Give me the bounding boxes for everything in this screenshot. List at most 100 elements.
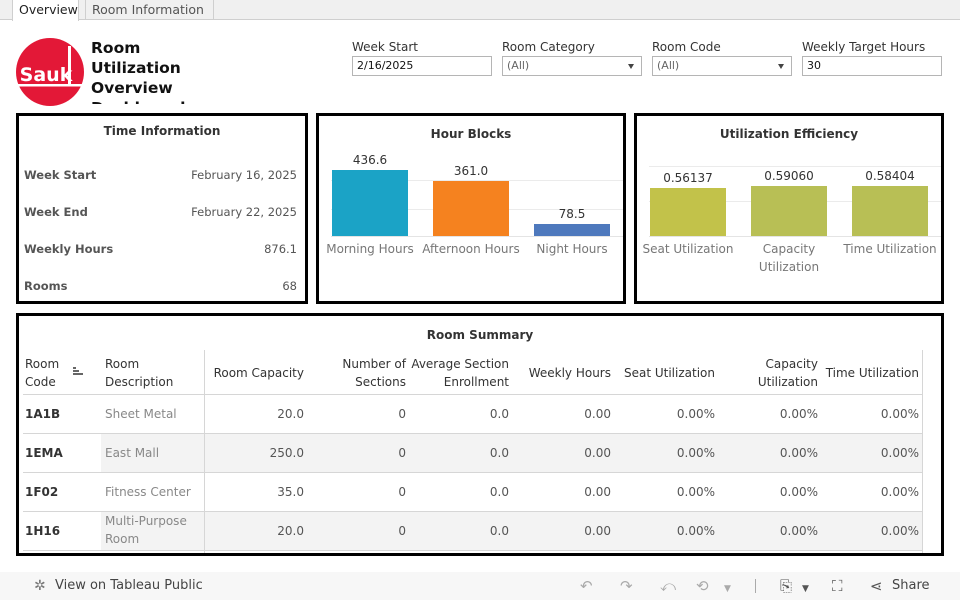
table-cell: 0.00% <box>880 485 919 499</box>
download-icon[interactable]: ⎘ <box>780 578 792 594</box>
table-cell: 0.00% <box>779 407 818 421</box>
table-cell: 250.0 <box>269 446 304 460</box>
row-divider <box>23 550 923 551</box>
gridline <box>649 166 941 167</box>
filter-room-category: Room Category (All) <box>502 40 642 76</box>
bar-seat-utilization[interactable] <box>650 188 726 236</box>
column-header[interactable]: Average Section Enrollment <box>409 355 509 391</box>
category-label: Time Utilization <box>843 242 937 256</box>
share-icon[interactable]: ⋖ <box>870 578 883 594</box>
column-header[interactable]: Room Description <box>105 355 203 391</box>
column-header[interactable]: Capacity Utilization <box>719 355 818 391</box>
bar-night-hours[interactable] <box>534 224 610 236</box>
table-cell: Sheet Metal <box>105 407 177 421</box>
table-cell: 0 <box>398 446 406 460</box>
table-cell: 0.00% <box>880 524 919 538</box>
column-header[interactable]: Number of Sections <box>307 355 406 391</box>
table-cell: 0.00 <box>584 407 611 421</box>
row-divider <box>23 472 923 473</box>
table-cell: Multi-Purpose Room <box>105 514 187 546</box>
table-cell: Fitness Center <box>105 485 191 499</box>
share-button[interactable]: Share <box>892 572 930 600</box>
tab-overview[interactable]: Overview <box>12 0 79 21</box>
data-label: 0.56137 <box>663 171 713 186</box>
bar-capacity-utilization[interactable] <box>751 185 827 236</box>
table-cell: 0.00 <box>584 446 611 460</box>
table-right-edge <box>922 350 923 553</box>
filter-label: Weekly Target Hours <box>802 40 926 54</box>
bar-afternoon-hours[interactable] <box>433 181 509 236</box>
table-cell: 0.0 <box>489 485 509 499</box>
table-cell: 20.0 <box>277 524 304 538</box>
table-cell: 0.00% <box>779 446 818 460</box>
chevron-down-icon <box>628 64 634 69</box>
week-start-input[interactable]: 2/16/2025 <box>352 56 492 76</box>
table-cell: 0.0 <box>489 407 509 421</box>
table-cell: 0 <box>398 485 406 499</box>
room-category-dropdown[interactable]: (All) <box>502 56 642 76</box>
category-label: Night Hours <box>536 242 608 256</box>
category-label: Capacity Utilization <box>758 242 820 274</box>
chevron-down-icon[interactable]: ▼ <box>802 581 809 597</box>
time-info-label: Week End <box>24 205 88 219</box>
category-label: Morning Hours <box>326 242 414 256</box>
revert-icon[interactable]: ⤺ <box>660 578 676 594</box>
column-header[interactable]: Weekly Hours <box>512 364 611 382</box>
time-info-value: 876.1 <box>264 242 297 256</box>
table-cell: 0.00% <box>880 407 919 421</box>
table-cell: 0.0 <box>489 446 509 460</box>
bar-morning-hours[interactable] <box>332 169 408 236</box>
table-title: Room Summary <box>426 328 534 342</box>
redo-icon[interactable]: ↷ <box>620 578 633 594</box>
view-on-tableau-public-link[interactable]: View on Tableau Public <box>55 572 203 600</box>
table-cell: 0.0 <box>489 524 509 538</box>
room-summary-panel: Room Summary Room Code Room Description Ro… <box>16 313 944 556</box>
time-info-row: Week Start February 16, 2025 <box>24 168 297 182</box>
column-header[interactable]: Time Utilization <box>822 364 919 382</box>
filter-room-code: Room Code (All) <box>652 40 792 76</box>
bar-time-utilization[interactable] <box>852 186 928 236</box>
fullscreen-icon[interactable]: ⛶ <box>832 578 843 594</box>
table-cell: 20.0 <box>277 407 304 421</box>
room-code-cell: 1F02 <box>25 485 59 499</box>
table-cell: 0.00 <box>584 524 611 538</box>
panel-title: Time Information <box>103 124 221 138</box>
column-header[interactable]: Room Capacity <box>205 364 304 382</box>
chevron-down-icon <box>778 64 784 69</box>
filter-label: Room Category <box>502 40 595 54</box>
undo-icon[interactable]: ↶ <box>580 578 593 594</box>
sauk-logo: Sauk <box>16 38 84 106</box>
room-code-cell: 1A1B <box>25 407 61 421</box>
tableau-icon: ✲ <box>34 578 46 594</box>
data-label: 0.58404 <box>865 169 915 184</box>
data-label: 78.5 <box>558 207 586 222</box>
table-cell: 0.00% <box>676 407 715 421</box>
column-header[interactable]: Seat Utilization <box>615 364 715 382</box>
table-cell: 0.00% <box>880 446 919 460</box>
time-info-row: Week End February 22, 2025 <box>24 205 297 219</box>
x-axis-line <box>331 236 623 237</box>
refresh-icon[interactable]: ⟲ <box>696 578 709 594</box>
x-axis-line <box>649 236 941 237</box>
filter-label: Room Code <box>652 40 721 54</box>
time-info-label: Weekly Hours <box>24 242 114 256</box>
filter-week-start: Week Start 2/16/2025 <box>352 40 492 76</box>
table-cell: 0.00 <box>584 485 611 499</box>
data-label: 361.0 <box>453 164 489 179</box>
table-cell: 35.0 <box>277 485 304 499</box>
chevron-down-icon[interactable]: ▼ <box>724 581 731 597</box>
tab-room-information[interactable]: Room Information <box>85 0 214 20</box>
time-info-value: February 22, 2025 <box>191 205 297 219</box>
header-divider <box>23 394 923 395</box>
filter-weekly-target-hours: Weekly Target Hours 30 <box>802 40 942 76</box>
room-code-dropdown[interactable]: (All) <box>652 56 792 76</box>
room-code-cell: 1EMA <box>25 446 63 460</box>
table-cell: East Mall <box>105 446 160 460</box>
table-cell: 0.00% <box>779 485 818 499</box>
dropdown-value: (All) <box>507 59 530 72</box>
weekly-target-hours-input[interactable]: 30 <box>802 56 942 76</box>
sort-descending-icon[interactable] <box>73 367 85 377</box>
table-cell: 0.00% <box>676 524 715 538</box>
table-cell: 0.00% <box>779 524 818 538</box>
column-header[interactable]: Room Code <box>25 355 69 391</box>
